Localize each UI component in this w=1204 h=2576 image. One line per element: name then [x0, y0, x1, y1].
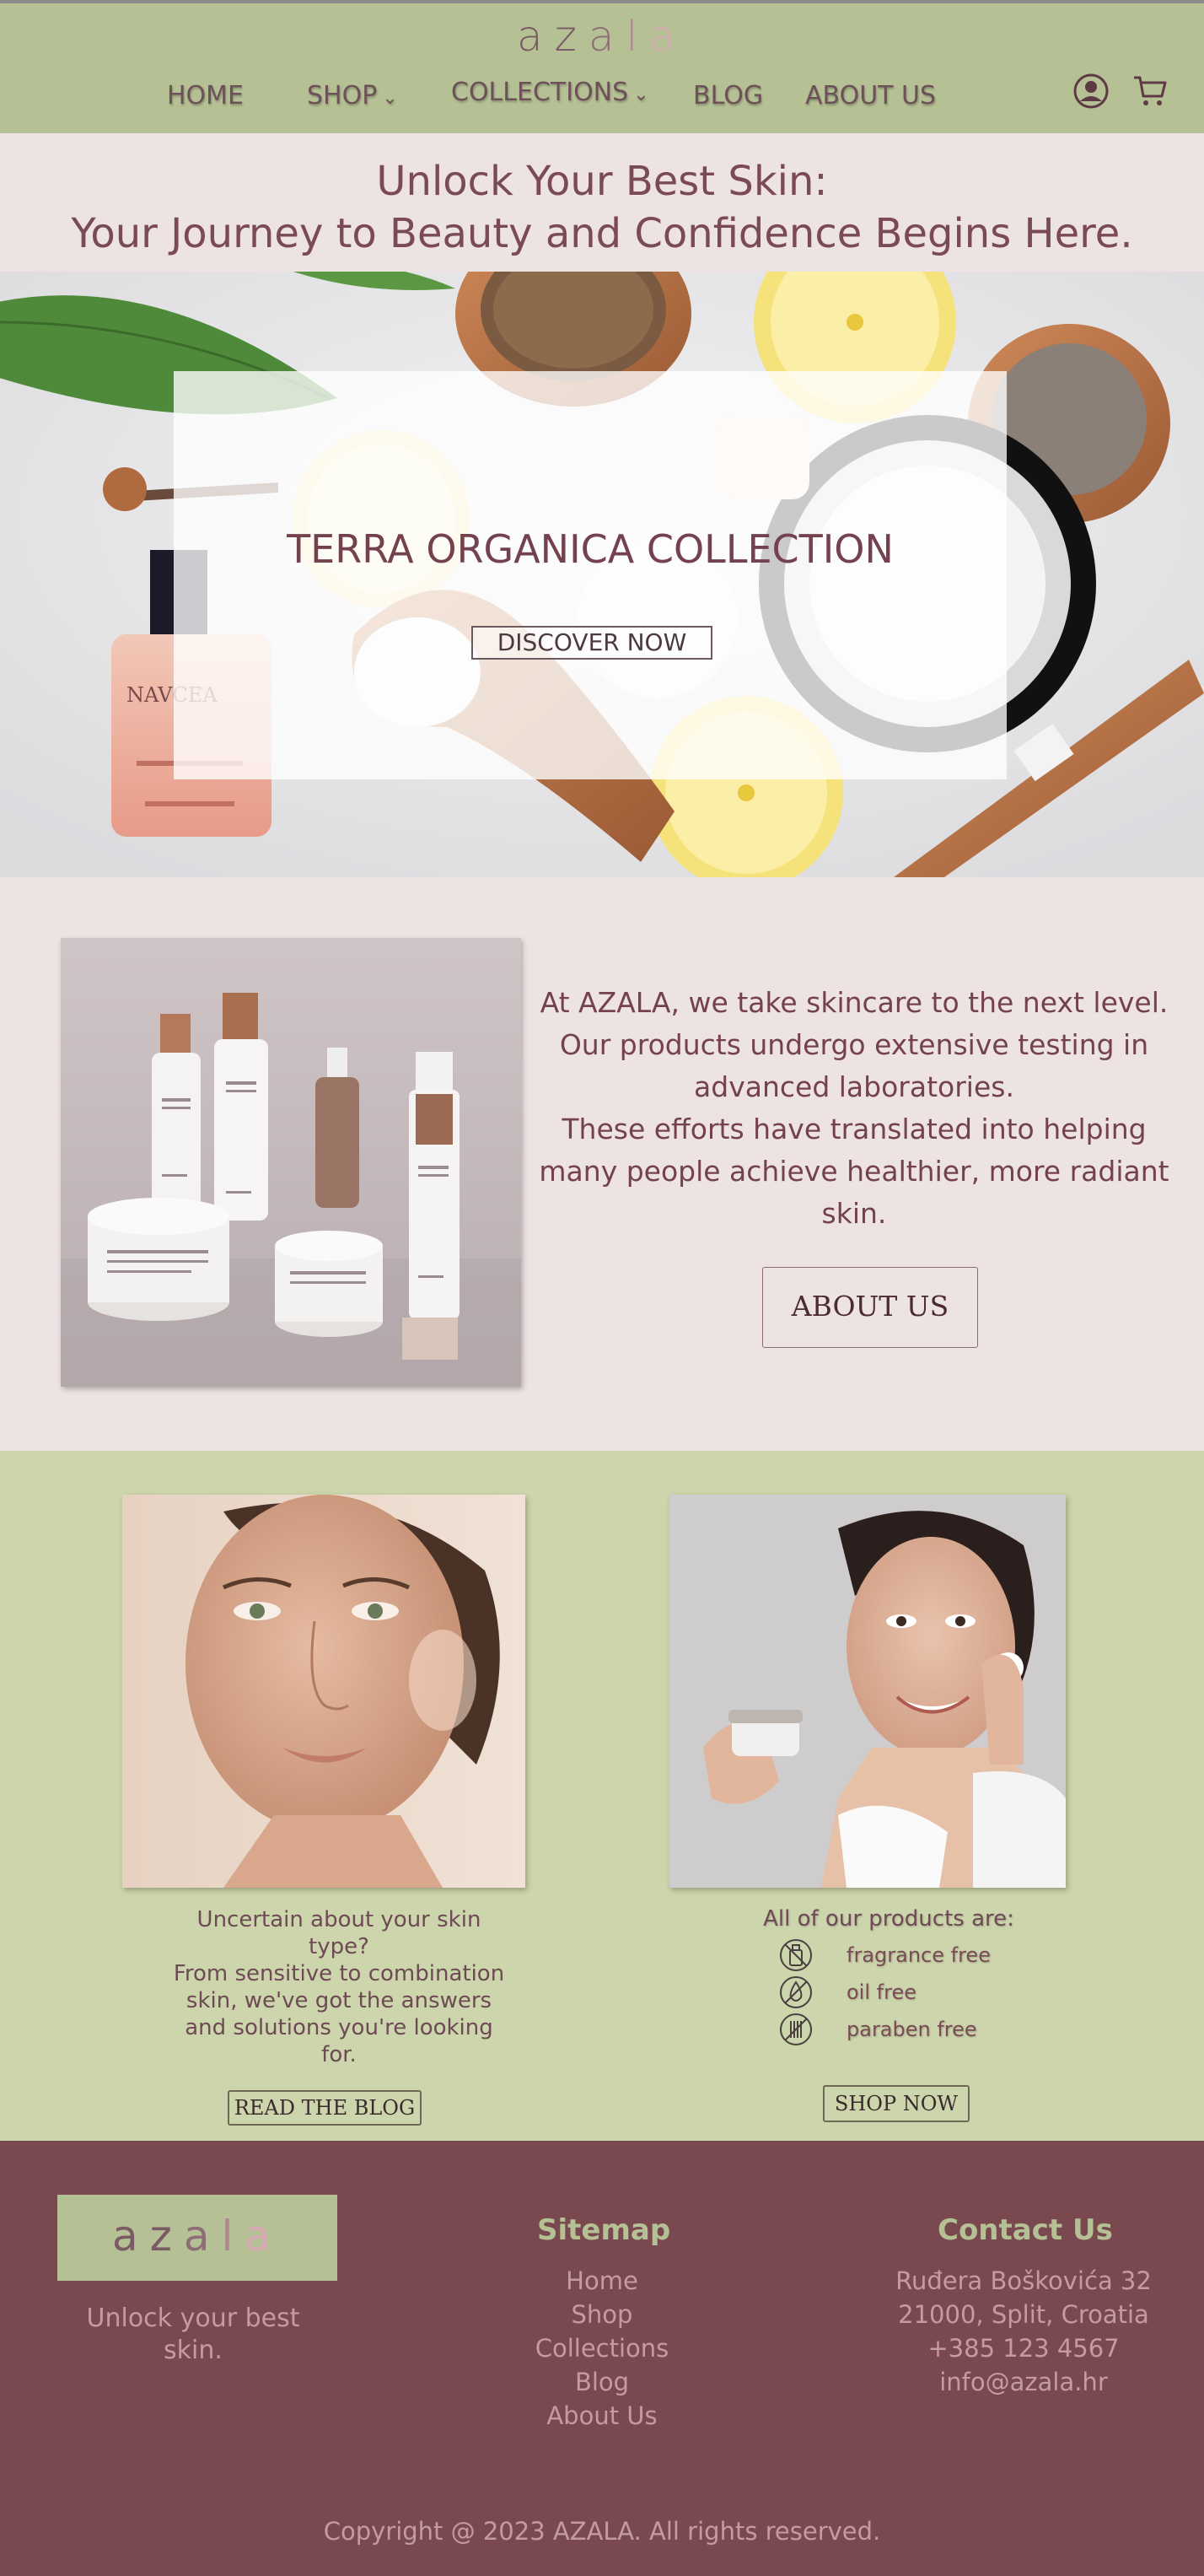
shop-now-button[interactable]: SHOP NOW [823, 2085, 970, 2122]
discover-now-button[interactable]: DISCOVER NOW [471, 626, 712, 660]
about-section: At AZALA, we take skincare to the next l… [0, 877, 1204, 1451]
property-fragrance-free: fragrance free [777, 1937, 1081, 1972]
sitemap-link-blog[interactable]: Blog [489, 2365, 715, 2399]
features-section: Uncertain about your skin type? From sen… [0, 1451, 1204, 2141]
copyright: Copyright @ 2023 AZALA. All rights reser… [323, 2517, 881, 2546]
chevron-down-icon: ⌄ [382, 88, 398, 109]
about-paragraph-3: These efforts have translated into helpi… [539, 1113, 1169, 1230]
logo[interactable]: azala [0, 12, 1204, 61]
about-us-button[interactable]: ABOUT US [762, 1267, 978, 1348]
about-paragraph-1: At AZALA, we take skincare to the next l… [540, 986, 1169, 1019]
hero-heading-line1: Unlock Your Best Skin: [376, 158, 828, 205]
contact-address: Ruđera Boškovića 32 [895, 2266, 1152, 2295]
sitemap-heading: Sitemap [537, 2213, 671, 2247]
banner-title: TERRA ORGANICA COLLECTION [287, 526, 894, 572]
contact-list: Ruđera Boškovića 32 21000, Split, Croati… [868, 2264, 1179, 2399]
property-label: paraben free [847, 2018, 977, 2041]
sitemap-link-home[interactable]: Home [489, 2264, 715, 2298]
user-circle-icon[interactable] [1072, 73, 1110, 110]
chevron-down-icon: ⌄ [633, 84, 649, 105]
skin-type-answer: From sensitive to combination skin, we'v… [173, 1961, 505, 2067]
about-paragraph-2: Our products undergo extensive testing i… [559, 1028, 1149, 1103]
nav-blog[interactable]: BLOG [693, 81, 763, 110]
shopping-cart-icon[interactable] [1131, 73, 1169, 110]
sitemap-link-collections[interactable]: Collections [489, 2331, 715, 2365]
skin-type-text: Uncertain about your skin type? From sen… [172, 1906, 506, 2068]
sitemap-list: Home Shop Collections Blog About Us [489, 2264, 715, 2433]
property-label: oil free [847, 1981, 916, 2004]
nav-home[interactable]: HOME [167, 81, 244, 110]
sitemap-link-shop[interactable]: Shop [489, 2298, 715, 2331]
property-label: fragrance free [847, 1943, 991, 1967]
collection-banner: NAVCEA TERRA ORGANICA COLLECTION DISCOVE… [0, 272, 1204, 877]
nav-about-us[interactable]: ABOUT US [805, 81, 936, 110]
product-bottles-image [61, 938, 521, 1387]
about-description: At AZALA, we take skincare to the next l… [536, 982, 1172, 1235]
contact-heading: Contact Us [938, 2213, 1113, 2247]
footer-logo[interactable]: azala [57, 2195, 337, 2281]
skin-type-question: Uncertain about your skin type? [196, 1907, 481, 1959]
contact-phone[interactable]: +385 123 4567 [868, 2331, 1179, 2365]
banner-overlay: TERRA ORGANICA COLLECTION DISCOVER NOW [174, 371, 1007, 779]
hero-heading: Unlock Your Best Skin: Your Journey to B… [0, 135, 1204, 272]
contact-city: 21000, Split, Croatia [898, 2300, 1149, 2329]
main-nav: HOME SHOP ⌄ COLLECTIONS ⌄ BLOG ABOUT US [0, 78, 1204, 115]
sitemap-link-about-us[interactable]: About Us [489, 2399, 715, 2433]
nav-shop[interactable]: SHOP ⌄ [307, 81, 398, 110]
contact-email[interactable]: info@azala.hr [868, 2365, 1179, 2399]
site-footer: azala Unlock your best skin. Sitemap Hom… [0, 2141, 1204, 2576]
no-fragrance-icon [780, 1939, 812, 1971]
no-paraben-icon [780, 2013, 812, 2045]
property-paraben-free: paraben free [777, 2011, 1081, 2046]
nav-collections[interactable]: COLLECTIONS ⌄ [451, 78, 649, 107]
site-header: azala HOME SHOP ⌄ COLLECTIONS ⌄ BLOG ABOUT… [0, 0, 1204, 133]
no-oil-icon [780, 1976, 812, 2008]
footer-tagline: Unlock your best skin. [86, 2304, 300, 2365]
hero-heading-line2: Your Journey to Beauty and Confidence Be… [71, 210, 1133, 257]
read-the-blog-button[interactable]: READ THE BLOG [228, 2090, 422, 2126]
property-oil-free: oil free [777, 1974, 1081, 2009]
woman-skin-closeup-image [122, 1495, 525, 1888]
products-are-title: All of our products are: [763, 1906, 1014, 1932]
woman-applying-cream-image [669, 1495, 1066, 1888]
